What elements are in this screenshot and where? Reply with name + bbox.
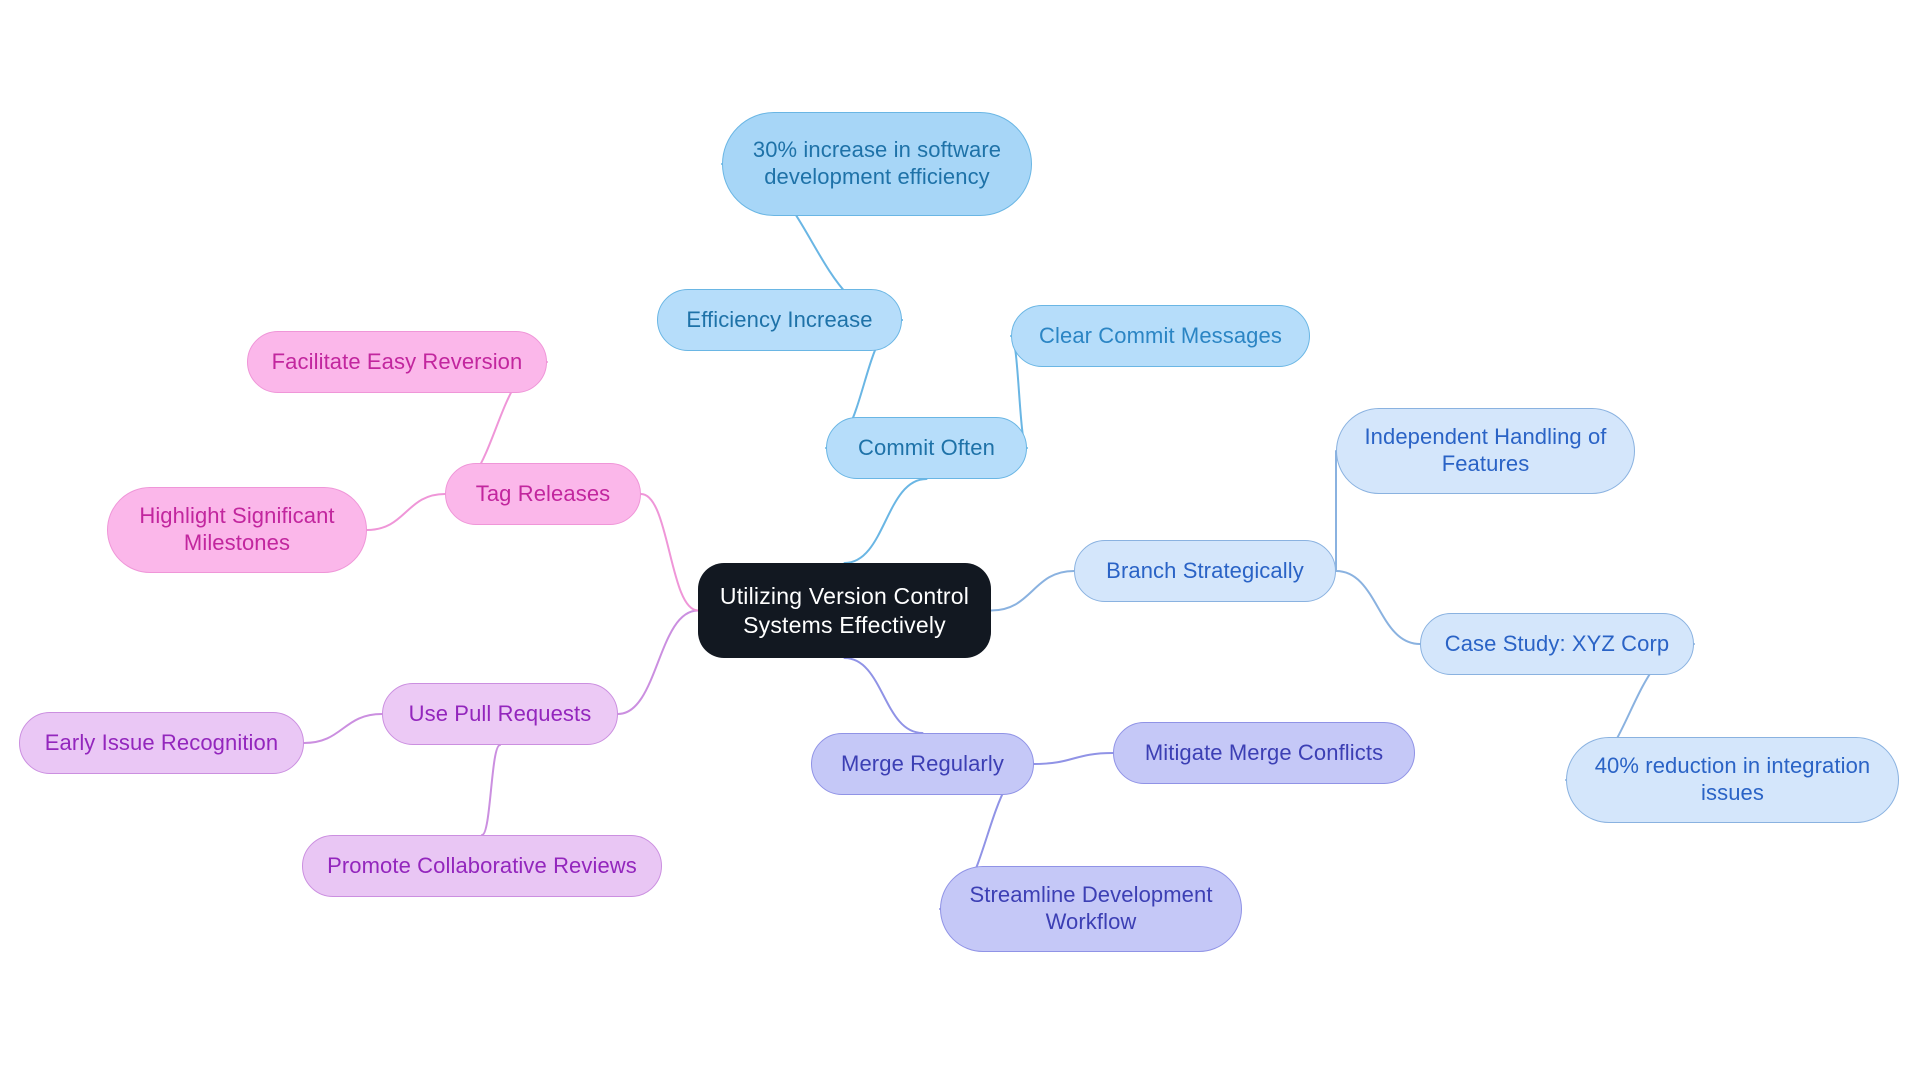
edge-root-to-tag-releases	[640, 493, 699, 612]
edge-branch-strategically-to-case-study-xyz	[1335, 570, 1421, 645]
mindmap-node-root[interactable]: Utilizing Version Control Systems Effect…	[698, 563, 991, 658]
mindmap-node-early-issue-recognition[interactable]: Early Issue Recognition	[19, 712, 304, 774]
mindmap-node-integration-stat[interactable]: 40% reduction in integration issues	[1566, 737, 1899, 823]
node-label: Commit Often	[858, 434, 995, 460]
edge-root-to-branch-strategically	[990, 570, 1075, 612]
edge-root-to-use-pull-requests	[617, 609, 699, 715]
mindmap-node-mitigate-merge-conflicts[interactable]: Mitigate Merge Conflicts	[1113, 722, 1415, 784]
mindmap-node-facilitate-easy-reversion[interactable]: Facilitate Easy Reversion	[247, 331, 547, 393]
node-label: Mitigate Merge Conflicts	[1144, 739, 1384, 765]
node-label: Facilitate Easy Reversion	[271, 348, 523, 374]
mindmap-node-efficiency-stat[interactable]: 30% increase in software development eff…	[722, 112, 1032, 216]
edge-merge-regularly-to-mitigate-merge-conflicts	[1033, 752, 1114, 765]
node-label: Efficiency Increase	[686, 306, 873, 332]
mindmap-node-branch-strategically[interactable]: Branch Strategically	[1074, 540, 1336, 602]
mindmap-node-case-study-xyz[interactable]: Case Study: XYZ Corp	[1420, 613, 1694, 675]
mindmap-node-commit-often[interactable]: Commit Often	[826, 417, 1027, 479]
edge-use-pull-requests-to-early-issue-recognition	[303, 713, 383, 744]
edge-root-to-commit-often	[843, 478, 928, 564]
edge-use-pull-requests-to-promote-collaborative-reviews	[481, 744, 501, 836]
node-label: Tag Releases	[475, 480, 611, 506]
node-label: Utilizing Version Control Systems Effect…	[719, 583, 970, 638]
node-label: Use Pull Requests	[408, 700, 592, 726]
mindmap-node-tag-releases[interactable]: Tag Releases	[445, 463, 641, 525]
node-label: Independent Handling of Features	[1364, 424, 1607, 476]
node-label: Streamline Development Workflow	[969, 882, 1213, 934]
node-label: Highlight Significant Milestones	[139, 503, 335, 555]
mindmap-node-streamline-workflow[interactable]: Streamline Development Workflow	[940, 866, 1242, 952]
mindmap-canvas: Utilizing Version Control Systems Effect…	[0, 0, 1920, 1083]
node-label: Merge Regularly	[841, 750, 1004, 776]
node-label: Promote Collaborative Reviews	[327, 852, 637, 878]
node-label: 40% reduction in integration issues	[1594, 753, 1871, 805]
mindmap-node-independent-handling[interactable]: Independent Handling of Features	[1336, 408, 1635, 494]
node-label: Early Issue Recognition	[44, 729, 279, 755]
mindmap-node-use-pull-requests[interactable]: Use Pull Requests	[382, 683, 618, 745]
node-label: 30% increase in software development eff…	[752, 137, 1002, 189]
node-label: Clear Commit Messages	[1039, 322, 1282, 348]
mindmap-node-clear-commit-messages[interactable]: Clear Commit Messages	[1011, 305, 1310, 367]
edge-tag-releases-to-highlight-milestones	[366, 493, 446, 531]
mindmap-node-efficiency-increase[interactable]: Efficiency Increase	[657, 289, 902, 351]
mindmap-node-highlight-milestones[interactable]: Highlight Significant Milestones	[107, 487, 367, 573]
mindmap-node-promote-collaborative-reviews[interactable]: Promote Collaborative Reviews	[302, 835, 662, 897]
node-label: Branch Strategically	[1106, 557, 1304, 583]
mindmap-node-merge-regularly[interactable]: Merge Regularly	[811, 733, 1034, 795]
node-label: Case Study: XYZ Corp	[1444, 630, 1670, 656]
edge-root-to-merge-regularly	[843, 657, 924, 734]
